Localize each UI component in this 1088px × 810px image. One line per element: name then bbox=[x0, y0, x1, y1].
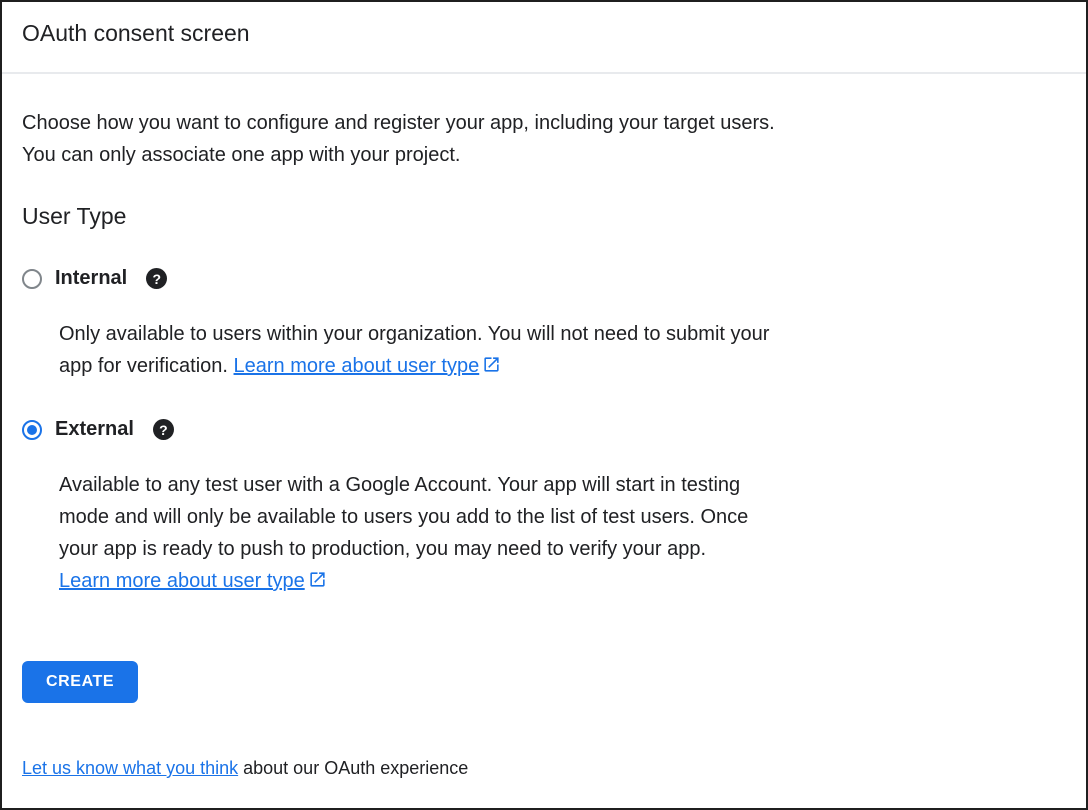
radio-external-label: External bbox=[55, 418, 134, 441]
learn-more-link-external[interactable]: Learn more about user type bbox=[59, 570, 327, 592]
learn-more-link-label: Learn more about user type bbox=[234, 355, 480, 377]
footer-text: about our OAuth experience bbox=[238, 758, 468, 778]
learn-more-link-label: Learn more about user type bbox=[59, 570, 305, 592]
radio-external[interactable] bbox=[22, 420, 42, 440]
page-header: OAuth consent screen bbox=[2, 2, 1086, 48]
radio-option-internal[interactable]: Internal ? bbox=[22, 267, 1062, 290]
feedback-link[interactable]: Let us know what you think bbox=[22, 758, 238, 778]
open-in-new-icon bbox=[308, 570, 327, 589]
radio-option-external[interactable]: External ? bbox=[22, 418, 1062, 441]
internal-description: Only available to users within your orga… bbox=[59, 318, 771, 382]
intro-text: Choose how you want to configure and reg… bbox=[22, 107, 792, 171]
user-type-heading: User Type bbox=[22, 201, 1062, 231]
header-divider bbox=[2, 72, 1086, 74]
create-button[interactable]: CREATE bbox=[22, 661, 138, 703]
main-content: Choose how you want to configure and reg… bbox=[2, 107, 1086, 781]
open-in-new-icon bbox=[482, 355, 501, 374]
help-icon[interactable]: ? bbox=[153, 419, 174, 440]
radio-internal[interactable] bbox=[22, 269, 42, 289]
help-icon[interactable]: ? bbox=[146, 268, 167, 289]
footer-feedback: Let us know what you think about our OAu… bbox=[22, 755, 1062, 781]
external-description: Available to any test user with a Google… bbox=[59, 469, 771, 597]
external-description-text: Available to any test user with a Google… bbox=[59, 474, 748, 560]
radio-internal-label: Internal bbox=[55, 267, 127, 290]
learn-more-link-internal[interactable]: Learn more about user type bbox=[234, 355, 502, 377]
page-title: OAuth consent screen bbox=[22, 18, 1062, 48]
